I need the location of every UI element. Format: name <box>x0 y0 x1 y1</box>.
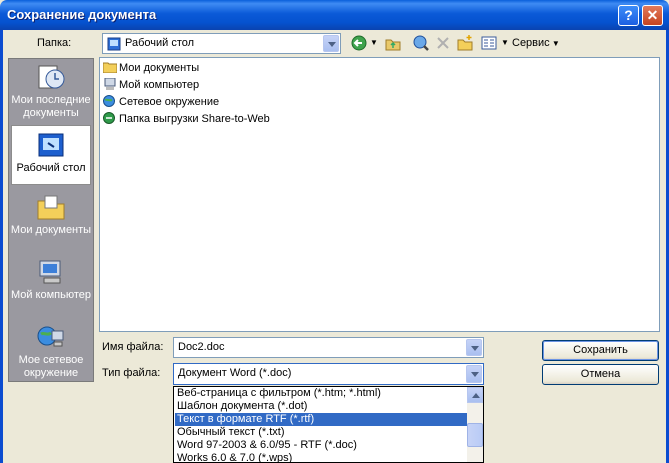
folder-value: Рабочий стол <box>125 37 195 49</box>
places-bar: Мои последние документы Рабочий стол Мои… <box>8 58 94 382</box>
desktop-icon <box>38 133 64 157</box>
desktop-small-icon <box>107 37 121 51</box>
network-icon <box>103 95 115 107</box>
place-my-computer-label: Мой компьютер <box>10 289 92 301</box>
save-button-label: Сохранить <box>573 344 628 356</box>
place-desktop-label: Рабочий стол <box>16 162 86 174</box>
my-documents-folder-icon <box>37 195 65 220</box>
network-places-icon <box>37 326 64 347</box>
web-folder-icon <box>103 112 115 124</box>
place-my-documents-label: Мои документы <box>10 224 92 236</box>
filename-label: Имя файла: <box>102 341 164 353</box>
folder-dropdown-arrow[interactable] <box>323 35 339 52</box>
computer-icon <box>104 78 116 90</box>
place-network[interactable]: Мое сетевое окружение <box>9 323 93 380</box>
list-item[interactable]: Мои документы <box>103 60 199 76</box>
new-folder-icon[interactable] <box>456 34 474 52</box>
place-recent[interactable]: Мои последние документы <box>9 63 93 120</box>
close-button[interactable]: ✕ <box>642 5 663 26</box>
list-item[interactable]: Мой компьютер <box>103 77 199 93</box>
folder-select[interactable]: Рабочий стол <box>102 33 341 54</box>
window-title: Сохранение документа <box>7 7 157 22</box>
title-bar[interactable]: Сохранение документа ? ✕ <box>0 0 669 30</box>
filetype-label: Тип файла: <box>102 367 161 379</box>
dropdown-option-selected[interactable]: Текст в формате RTF (*.rtf) <box>175 413 469 426</box>
views-dropdown-icon[interactable]: ▼ <box>501 34 509 52</box>
filename-value: Doc2.doc <box>178 341 225 353</box>
tools-menu[interactable]: Сервис ▼ <box>512 34 564 52</box>
list-item-label: Мой компьютер <box>119 79 200 91</box>
folder-label: Папка: <box>37 37 72 49</box>
delete-icon[interactable] <box>434 34 452 52</box>
my-computer-icon <box>39 260 61 284</box>
views-icon[interactable] <box>480 34 498 52</box>
filetype-dropdown-arrow[interactable] <box>466 365 482 383</box>
scroll-up-arrow[interactable] <box>467 387 483 403</box>
file-list[interactable]: Мои документы Мой компьютер Сетевое окру… <box>99 57 660 332</box>
list-item-label: Сетевое окружение <box>119 96 220 108</box>
folder-icon <box>103 62 117 73</box>
cancel-button-label: Отмена <box>580 368 621 380</box>
filetype-dropdown-list[interactable]: Веб-страница с фильтром (*.htm; *.html) … <box>173 386 484 463</box>
back-dropdown-icon[interactable]: ▼ <box>370 34 378 52</box>
scroll-thumb[interactable] <box>467 423 483 447</box>
place-network-label: Мое сетевое окружение <box>18 354 84 379</box>
place-recent-label: Мои последние документы <box>11 94 91 119</box>
help-button[interactable]: ? <box>618 5 639 26</box>
tools-menu-label: Сервис <box>512 37 550 49</box>
dropdown-option[interactable]: Word 97-2003 & 6.0/95 - RTF (*.doc) <box>177 439 357 452</box>
dropdown-scrollbar[interactable] <box>467 387 483 462</box>
dropdown-option[interactable]: Обычный текст (*.txt) <box>177 426 285 439</box>
list-item[interactable]: Сетевое окружение <box>103 94 219 110</box>
filename-dropdown-arrow[interactable] <box>466 339 482 356</box>
list-item[interactable]: Папка выгрузки Share-to-Web <box>103 111 270 127</box>
list-item-label: Мои документы <box>119 62 200 74</box>
up-folder-icon[interactable] <box>384 34 402 52</box>
place-my-documents[interactable]: Мои документы <box>9 193 93 237</box>
dropdown-option[interactable]: Веб-страница с фильтром (*.htm; *.html) <box>177 387 381 400</box>
window-frame-left <box>0 30 3 463</box>
save-button[interactable]: Сохранить <box>542 340 659 361</box>
filetype-select[interactable]: Документ Word (*.doc) <box>173 363 484 385</box>
tools-dropdown-icon: ▼ <box>549 39 560 48</box>
search-web-icon[interactable] <box>412 34 430 52</box>
filename-input[interactable]: Doc2.doc <box>173 337 484 358</box>
list-item-label: Папка выгрузки Share-to-Web <box>119 113 270 125</box>
place-desktop[interactable]: Рабочий стол <box>11 125 91 185</box>
recent-documents-icon <box>38 65 65 89</box>
dropdown-option[interactable]: Works 6.0 & 7.0 (*.wps) <box>177 452 292 462</box>
filetype-value: Документ Word (*.doc) <box>178 367 292 379</box>
back-icon[interactable] <box>350 34 368 52</box>
cancel-button[interactable]: Отмена <box>542 364 659 385</box>
place-my-computer[interactable]: Мой компьютер <box>9 258 93 302</box>
dropdown-option[interactable]: Шаблон документа (*.dot) <box>177 400 307 413</box>
